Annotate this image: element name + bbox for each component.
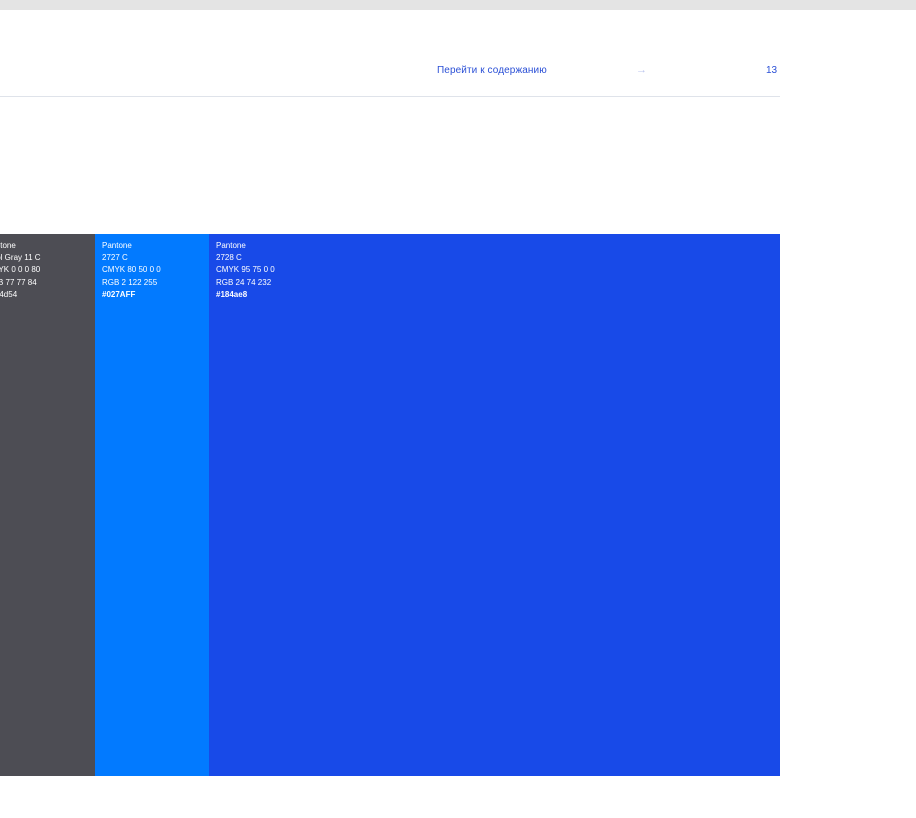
swatch-cmyk: CMYK 95 75 0 0 <box>216 265 275 275</box>
swatch-cmyk: CMYK 0 0 0 80 <box>0 265 41 275</box>
arrow-right-icon[interactable]: → <box>636 64 647 76</box>
swatch-system-label: Pantone <box>0 241 16 250</box>
swatch-pantone-code: 2727 C <box>102 253 128 263</box>
swatch-info: Pantone 2728 C CMYK 95 75 0 0 RGB 24 74 … <box>216 240 780 301</box>
swatch-system-label: Pantone <box>216 241 246 250</box>
page: Перейти к содержанию → 13 Pantone Cool G… <box>0 10 916 818</box>
page-number: 13 <box>766 65 778 76</box>
swatch-hex: #4d4d54 <box>0 289 18 299</box>
swatch-hex: #027AFF <box>102 289 136 299</box>
swatch-rgb: RGB 24 74 232 <box>216 277 272 287</box>
swatch-pantone-code: Cool Gray 11 C <box>0 253 41 263</box>
swatch-cool-gray: Pantone Cool Gray 11 C CMYK 0 0 0 80 RGB… <box>0 234 95 776</box>
swatch-rgb: RGB 77 77 84 <box>0 277 37 287</box>
swatch-system-label: Pantone <box>102 241 132 250</box>
swatch-cmyk: CMYK 80 50 0 0 <box>102 265 161 275</box>
swatch-2728c: Pantone 2728 C CMYK 95 75 0 0 RGB 24 74 … <box>209 234 780 776</box>
header-divider <box>0 96 780 97</box>
toc-link[interactable]: Перейти к содержанию <box>437 65 547 76</box>
top-strip <box>0 0 916 10</box>
swatch-info: Pantone 2727 C CMYK 80 50 0 0 RGB 2 122 … <box>102 240 209 301</box>
color-swatches: Pantone Cool Gray 11 C CMYK 0 0 0 80 RGB… <box>0 234 780 776</box>
swatch-hex: #184ae8 <box>216 289 248 299</box>
page-header: Перейти к содержанию → 13 <box>0 56 780 86</box>
swatch-2727c: Pantone 2727 C CMYK 80 50 0 0 RGB 2 122 … <box>95 234 209 776</box>
swatch-rgb: RGB 2 122 255 <box>102 277 158 287</box>
swatch-info: Pantone Cool Gray 11 C CMYK 0 0 0 80 RGB… <box>0 240 95 301</box>
swatch-pantone-code: 2728 C <box>216 253 242 263</box>
